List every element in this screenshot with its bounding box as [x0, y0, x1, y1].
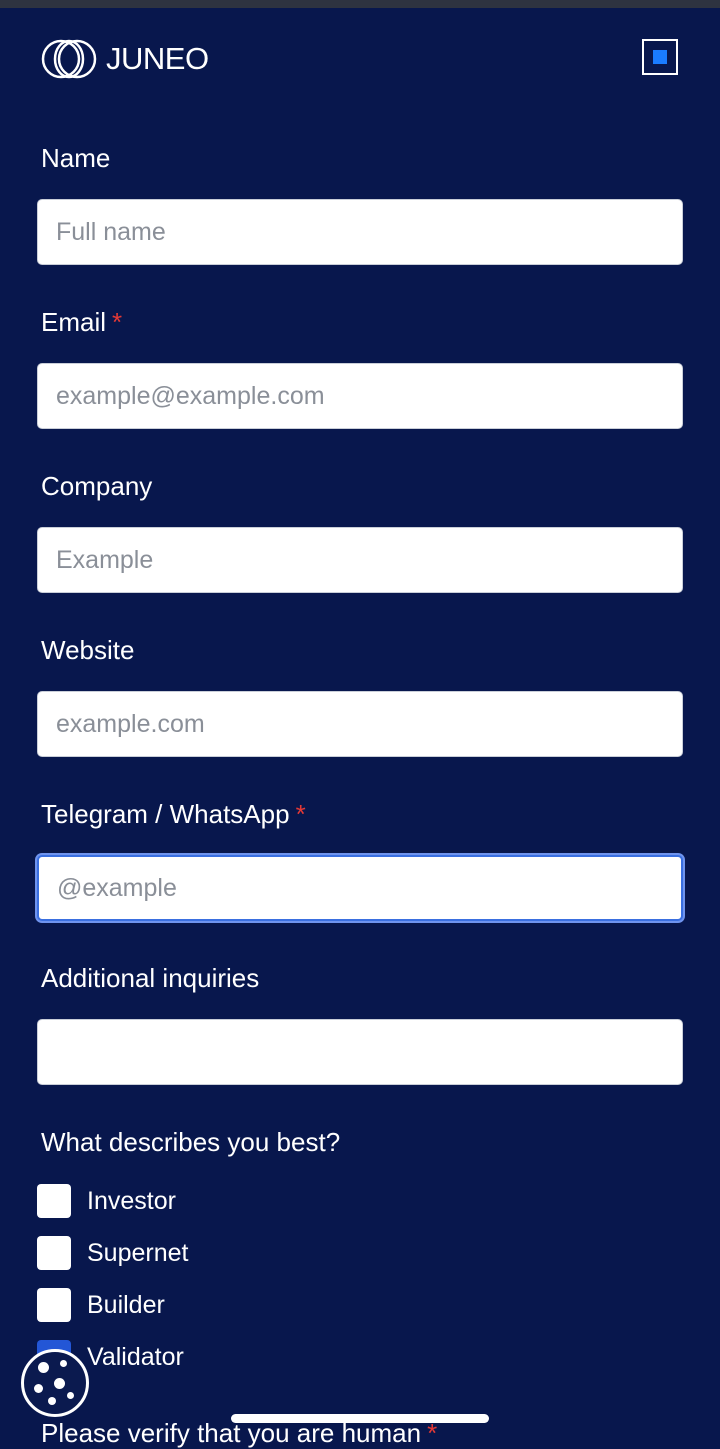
option-builder[interactable]: Builder — [37, 1288, 165, 1322]
menu-square-icon — [653, 50, 667, 64]
brand-name: JUNEO — [106, 41, 209, 76]
checkbox[interactable] — [37, 1288, 71, 1322]
required-mark: * — [295, 799, 306, 829]
top-status-strip — [0, 0, 720, 8]
name-label: Name — [41, 143, 111, 173]
option-supernet[interactable]: Supernet — [37, 1236, 188, 1270]
cookie-settings-button[interactable] — [21, 1349, 89, 1417]
inquiries-label: Additional inquiries — [41, 963, 260, 993]
checkbox[interactable] — [37, 1184, 71, 1218]
menu-button[interactable] — [642, 39, 678, 75]
website-label: Website — [41, 635, 135, 665]
home-indicator[interactable] — [231, 1414, 489, 1423]
name-field[interactable] — [37, 199, 683, 265]
option-label: Investor — [87, 1186, 176, 1215]
telegram-label: Telegram / WhatsApp * — [41, 799, 306, 829]
inquiries-field[interactable] — [37, 1019, 683, 1085]
option-label: Validator — [87, 1342, 184, 1371]
company-label: Company — [41, 471, 153, 501]
option-label: Supernet — [87, 1238, 189, 1267]
juneo-rings-logo-icon — [41, 39, 97, 79]
telegram-field[interactable] — [37, 855, 683, 921]
describe-label: What describes you best? — [41, 1127, 341, 1157]
email-field[interactable] — [37, 363, 683, 429]
company-field[interactable] — [37, 527, 683, 593]
website-field[interactable] — [37, 691, 683, 757]
checkbox[interactable] — [37, 1236, 71, 1270]
email-label: Email * — [41, 307, 123, 337]
option-label: Builder — [87, 1290, 165, 1319]
option-investor[interactable]: Investor — [37, 1184, 176, 1218]
required-mark: * — [112, 307, 123, 337]
brand-logo[interactable]: JUNEO — [40, 38, 209, 80]
